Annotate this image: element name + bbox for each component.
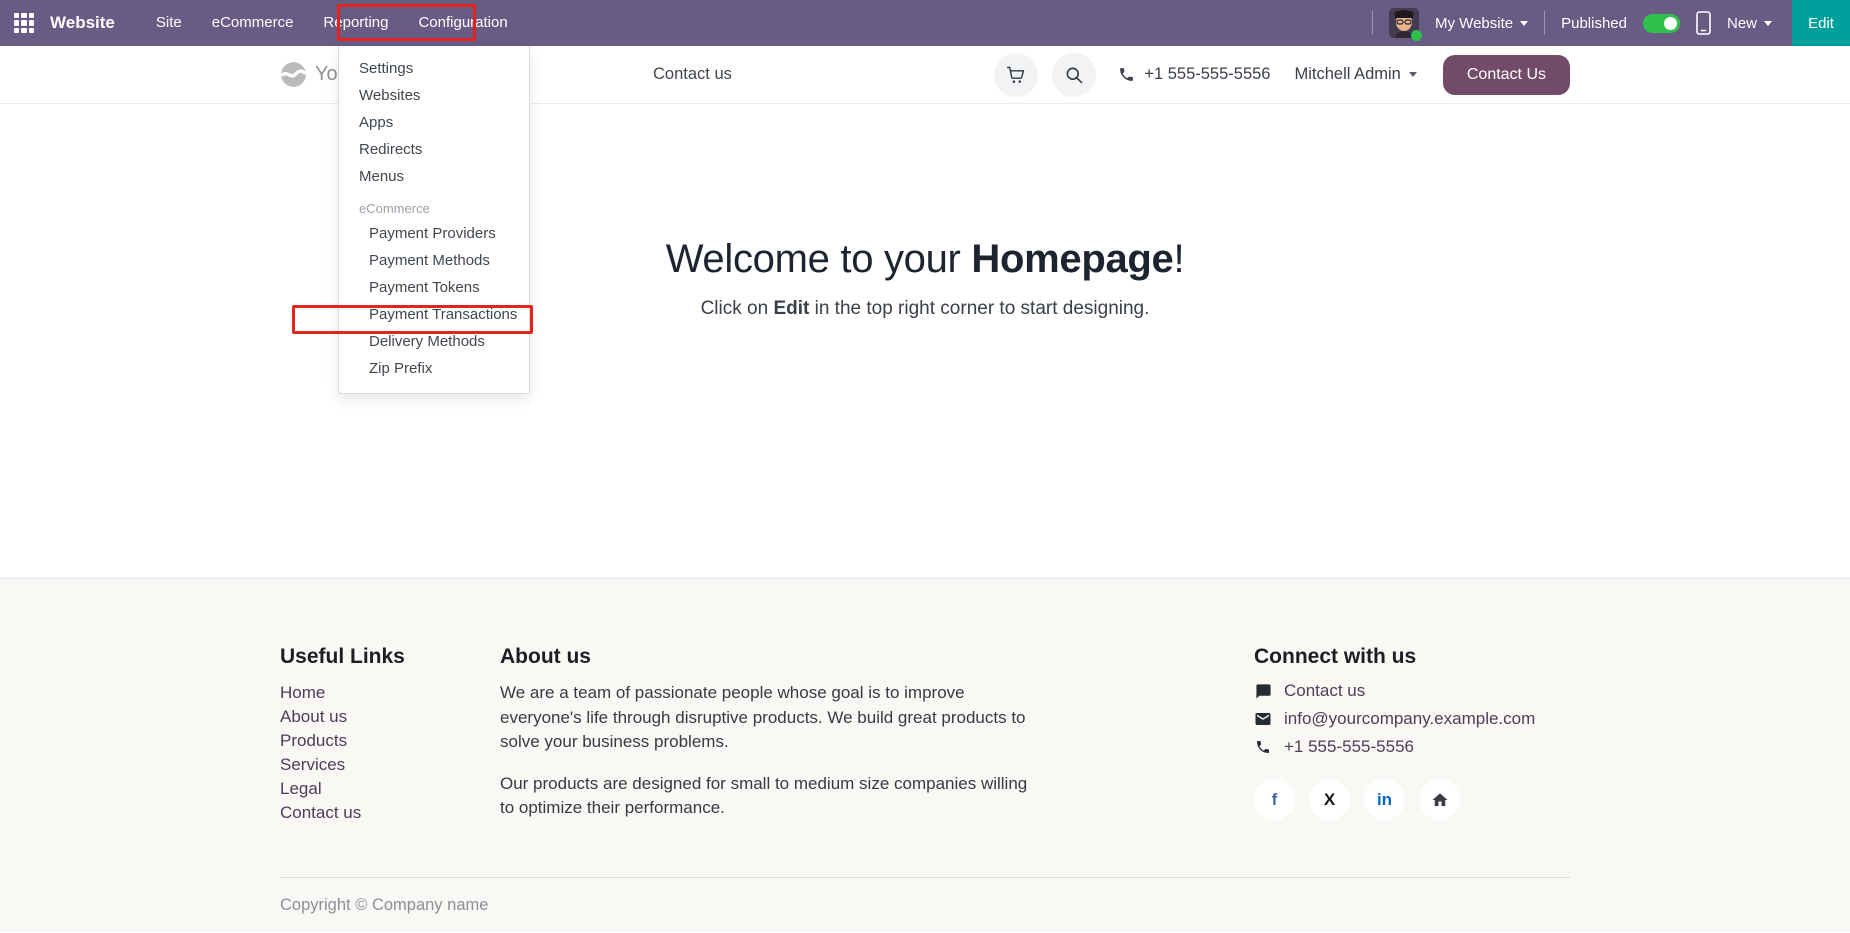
app-name-website[interactable]: Website xyxy=(50,13,115,33)
navbar-divider xyxy=(1372,11,1373,35)
chevron-down-icon xyxy=(1764,21,1772,26)
dropdown-item-redirects[interactable]: Redirects xyxy=(339,136,529,163)
website-selector[interactable]: My Website xyxy=(1435,15,1528,32)
navbar-right-group: My Website Published New Edit xyxy=(1372,0,1850,46)
menu-configuration[interactable]: Configuration xyxy=(403,0,522,46)
site-user-menu[interactable]: Mitchell Admin xyxy=(1294,65,1416,84)
site-user-name: Mitchell Admin xyxy=(1294,65,1400,84)
dropdown-item-apps[interactable]: Apps xyxy=(339,109,529,136)
navbar-divider xyxy=(1544,11,1545,35)
chevron-down-icon xyxy=(1520,21,1528,26)
footer-link-about-us[interactable]: About us xyxy=(280,705,466,729)
x-twitter-icon[interactable]: X xyxy=(1309,779,1350,820)
mobile-preview-icon[interactable] xyxy=(1696,11,1711,35)
dropdown-item-websites[interactable]: Websites xyxy=(339,82,529,109)
copyright-text: Copyright © Company name xyxy=(280,896,488,914)
footer-about-us: About us We are a team of passionate peo… xyxy=(500,645,1030,821)
website-footer: Useful Links Home About us Products Serv… xyxy=(0,578,1850,932)
connect-email-link[interactable]: info@yourcompany.example.com xyxy=(1254,709,1570,729)
footer-link-contact-us[interactable]: Contact us xyxy=(280,801,466,825)
facebook-icon[interactable]: f xyxy=(1254,779,1295,820)
search-button[interactable] xyxy=(1052,53,1096,97)
hero-section: Welcome to your Homepage! Click on Edit … xyxy=(0,104,1850,578)
hero-title: Welcome to your Homepage! xyxy=(0,237,1850,282)
header-phone-link[interactable]: +1 555-555-5556 xyxy=(1118,65,1270,84)
footer-link-services[interactable]: Services xyxy=(280,753,466,777)
chevron-down-icon xyxy=(1409,72,1417,77)
website-header: YourCompany Contact us +1 555-555-5556 M… xyxy=(0,46,1850,104)
header-phone-number: +1 555-555-5556 xyxy=(1144,65,1270,84)
dropdown-item-zip-prefix[interactable]: Zip Prefix xyxy=(339,355,529,382)
header-nav-contact-us[interactable]: Contact us xyxy=(653,65,732,84)
connect-title: Connect with us xyxy=(1254,645,1570,669)
logo-sphere-icon xyxy=(280,61,307,88)
website-selector-label: My Website xyxy=(1435,15,1513,32)
user-avatar[interactable] xyxy=(1389,8,1419,38)
phone-icon xyxy=(1254,739,1272,755)
footer-link-home[interactable]: Home xyxy=(280,681,466,705)
dropdown-item-payment-methods[interactable]: Payment Methods xyxy=(339,247,529,274)
dropdown-section-ecommerce: eCommerce xyxy=(339,190,529,220)
envelope-icon xyxy=(1254,710,1272,728)
contact-us-button[interactable]: Contact Us xyxy=(1443,55,1570,95)
hero-subtitle: Click on Edit in the top right corner to… xyxy=(0,298,1850,320)
online-status-dot xyxy=(1411,30,1422,41)
published-toggle[interactable] xyxy=(1643,14,1680,33)
home-icon[interactable] xyxy=(1419,779,1460,820)
comment-icon xyxy=(1254,683,1272,700)
backend-navbar: Website Site eCommerce Reporting Configu… xyxy=(0,0,1850,46)
new-button[interactable]: New xyxy=(1727,15,1772,32)
dropdown-item-payment-tokens[interactable]: Payment Tokens xyxy=(339,274,529,301)
connect-phone-link[interactable]: +1 555-555-5556 xyxy=(1254,737,1570,757)
header-right-group: +1 555-555-5556 Mitchell Admin Contact U… xyxy=(994,53,1570,97)
useful-links-title: Useful Links xyxy=(280,645,466,669)
dropdown-item-payment-providers[interactable]: Payment Providers xyxy=(339,220,529,247)
menu-ecommerce[interactable]: eCommerce xyxy=(197,0,309,46)
footer-link-products[interactable]: Products xyxy=(280,729,466,753)
phone-icon xyxy=(1118,66,1135,83)
about-us-title: About us xyxy=(500,645,1030,669)
menu-reporting[interactable]: Reporting xyxy=(308,0,403,46)
apps-grid-icon[interactable] xyxy=(14,13,34,33)
dropdown-item-menus[interactable]: Menus xyxy=(339,163,529,190)
connect-contact-link[interactable]: Contact us xyxy=(1254,681,1570,701)
footer-connect: Connect with us Contact us info@yourcomp… xyxy=(1254,645,1570,820)
dropdown-item-delivery-methods[interactable]: Delivery Methods xyxy=(339,328,529,355)
dropdown-item-payment-transactions[interactable]: Payment Transactions xyxy=(339,301,529,328)
about-us-paragraph: We are a team of passionate people whose… xyxy=(500,681,1030,755)
dropdown-item-settings[interactable]: Settings xyxy=(339,55,529,82)
footer-link-legal[interactable]: Legal xyxy=(280,777,466,801)
cart-icon xyxy=(1006,65,1026,85)
menu-site[interactable]: Site xyxy=(141,0,197,46)
published-label: Published xyxy=(1561,15,1627,32)
about-us-paragraph: Our products are designed for small to m… xyxy=(500,772,1030,821)
social-links: f X in xyxy=(1254,779,1570,820)
footer-useful-links: Useful Links Home About us Products Serv… xyxy=(280,645,466,825)
edit-button[interactable]: Edit xyxy=(1792,0,1850,46)
linkedin-icon[interactable]: in xyxy=(1364,779,1405,820)
footer-copyright-bar: Copyright © Company name xyxy=(280,877,1570,933)
cart-button[interactable] xyxy=(994,53,1038,97)
configuration-dropdown: Settings Websites Apps Redirects Menus e… xyxy=(338,46,530,394)
search-icon xyxy=(1064,65,1084,85)
new-button-label: New xyxy=(1727,15,1757,32)
